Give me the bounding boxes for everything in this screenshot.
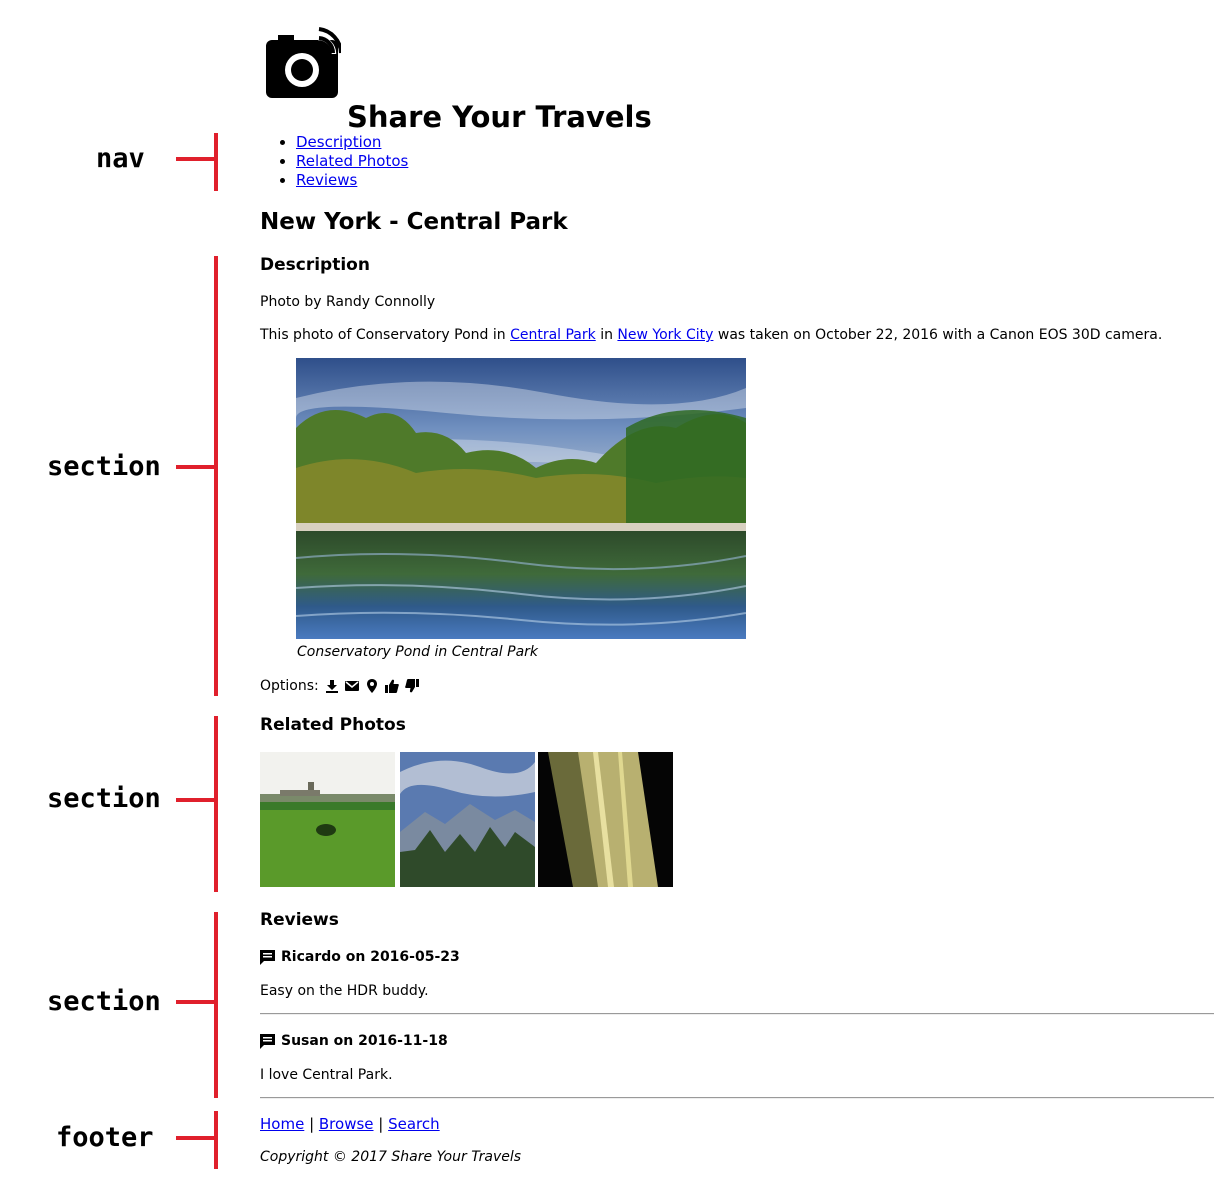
review-header: Ricardo on 2016-05-23 (260, 947, 460, 967)
camera-wifi-icon (266, 27, 341, 98)
comment-icon (260, 1033, 275, 1049)
footer-link-home[interactable]: Home (260, 1115, 304, 1133)
related-photo-mountains[interactable] (400, 752, 535, 887)
nav-item-related-photos: Related Photos (296, 152, 408, 171)
annotation-nav-label: nav (96, 143, 145, 174)
photo-caption: Conservatory Pond in Central Park (297, 644, 539, 660)
thumbs-down-icon[interactable] (404, 679, 419, 693)
desc-suffix: was taken on October 22, 2016 with a Can… (713, 327, 1163, 343)
nav-link-description[interactable]: Description (296, 133, 381, 151)
nav-link-reviews[interactable]: Reviews (296, 171, 357, 189)
footer-link-browse[interactable]: Browse (319, 1115, 374, 1133)
nav-list: Description Related Photos Reviews (260, 133, 408, 190)
main-nav: Description Related Photos Reviews (260, 133, 408, 190)
review-header: Susan on 2016-11-18 (260, 1031, 448, 1051)
annotation-section-bracket (214, 912, 218, 1098)
desc-mid: in (595, 327, 618, 343)
main-photo (296, 358, 746, 639)
nav-item-reviews: Reviews (296, 171, 408, 190)
annotation-footer-pointer (176, 1136, 217, 1140)
footer-separator: | (304, 1115, 319, 1133)
related-photo-castle-lawn[interactable] (260, 752, 395, 887)
copyright: Copyright © 2017 Share Your Travels (260, 1149, 522, 1165)
thumbs-up-icon[interactable] (384, 679, 399, 693)
photo-options: Options: (260, 676, 419, 696)
related-photo-skyscraper[interactable] (538, 752, 673, 887)
nav-link-related-photos[interactable]: Related Photos (296, 152, 408, 170)
annotation-footer-label: footer (56, 1122, 154, 1153)
annotation-nav-bracket (214, 133, 218, 191)
annotation-section-pointer (176, 465, 217, 469)
annotation-section-label: section (47, 451, 161, 482)
annotation-section-bracket (214, 256, 218, 696)
review-divider (260, 1013, 1214, 1015)
site-header: Share Your Travels (266, 26, 766, 134)
review-text: Easy on the HDR buddy. (260, 983, 429, 999)
map-pin-icon[interactable] (365, 679, 379, 693)
footer-separator: | (373, 1115, 389, 1133)
annotation-section-label: section (47, 986, 161, 1017)
options-label: Options: (260, 678, 319, 694)
review-divider (260, 1097, 1214, 1099)
comment-icon (260, 949, 275, 965)
reviews-heading: Reviews (260, 910, 339, 930)
photo-description: This photo of Conservatory Pond in Centr… (260, 325, 1162, 345)
annotation-section-bracket (214, 716, 218, 892)
new-york-city-link[interactable]: New York City (617, 327, 713, 343)
nav-item-description: Description (296, 133, 408, 152)
annotation-section-pointer (176, 1000, 217, 1004)
description-heading: Description (260, 255, 370, 275)
annotation-section-pointer (176, 798, 217, 802)
annotation-section-label: section (47, 783, 161, 814)
central-park-link[interactable]: Central Park (510, 327, 596, 343)
site-title: Share Your Travels (347, 100, 652, 134)
desc-prefix: This photo of Conservatory Pond in (260, 327, 511, 343)
review-author-date: Susan on 2016-11-18 (281, 1033, 448, 1049)
footer-links: Home | Browse | Search (260, 1114, 440, 1134)
photo-byline: Photo by Randy Connolly (260, 294, 436, 310)
download-icon[interactable] (325, 679, 339, 693)
page-title: New York - Central Park (260, 209, 568, 235)
review-author-date: Ricardo on 2016-05-23 (281, 949, 460, 965)
annotation-footer-bracket (214, 1111, 218, 1169)
email-icon[interactable] (344, 679, 359, 693)
footer-link-search[interactable]: Search (388, 1115, 440, 1133)
review-text: I love Central Park. (260, 1067, 393, 1083)
page: nav section section section footer Share… (0, 0, 1214, 1181)
annotation-nav-pointer (176, 157, 217, 161)
related-photos-heading: Related Photos (260, 715, 406, 735)
